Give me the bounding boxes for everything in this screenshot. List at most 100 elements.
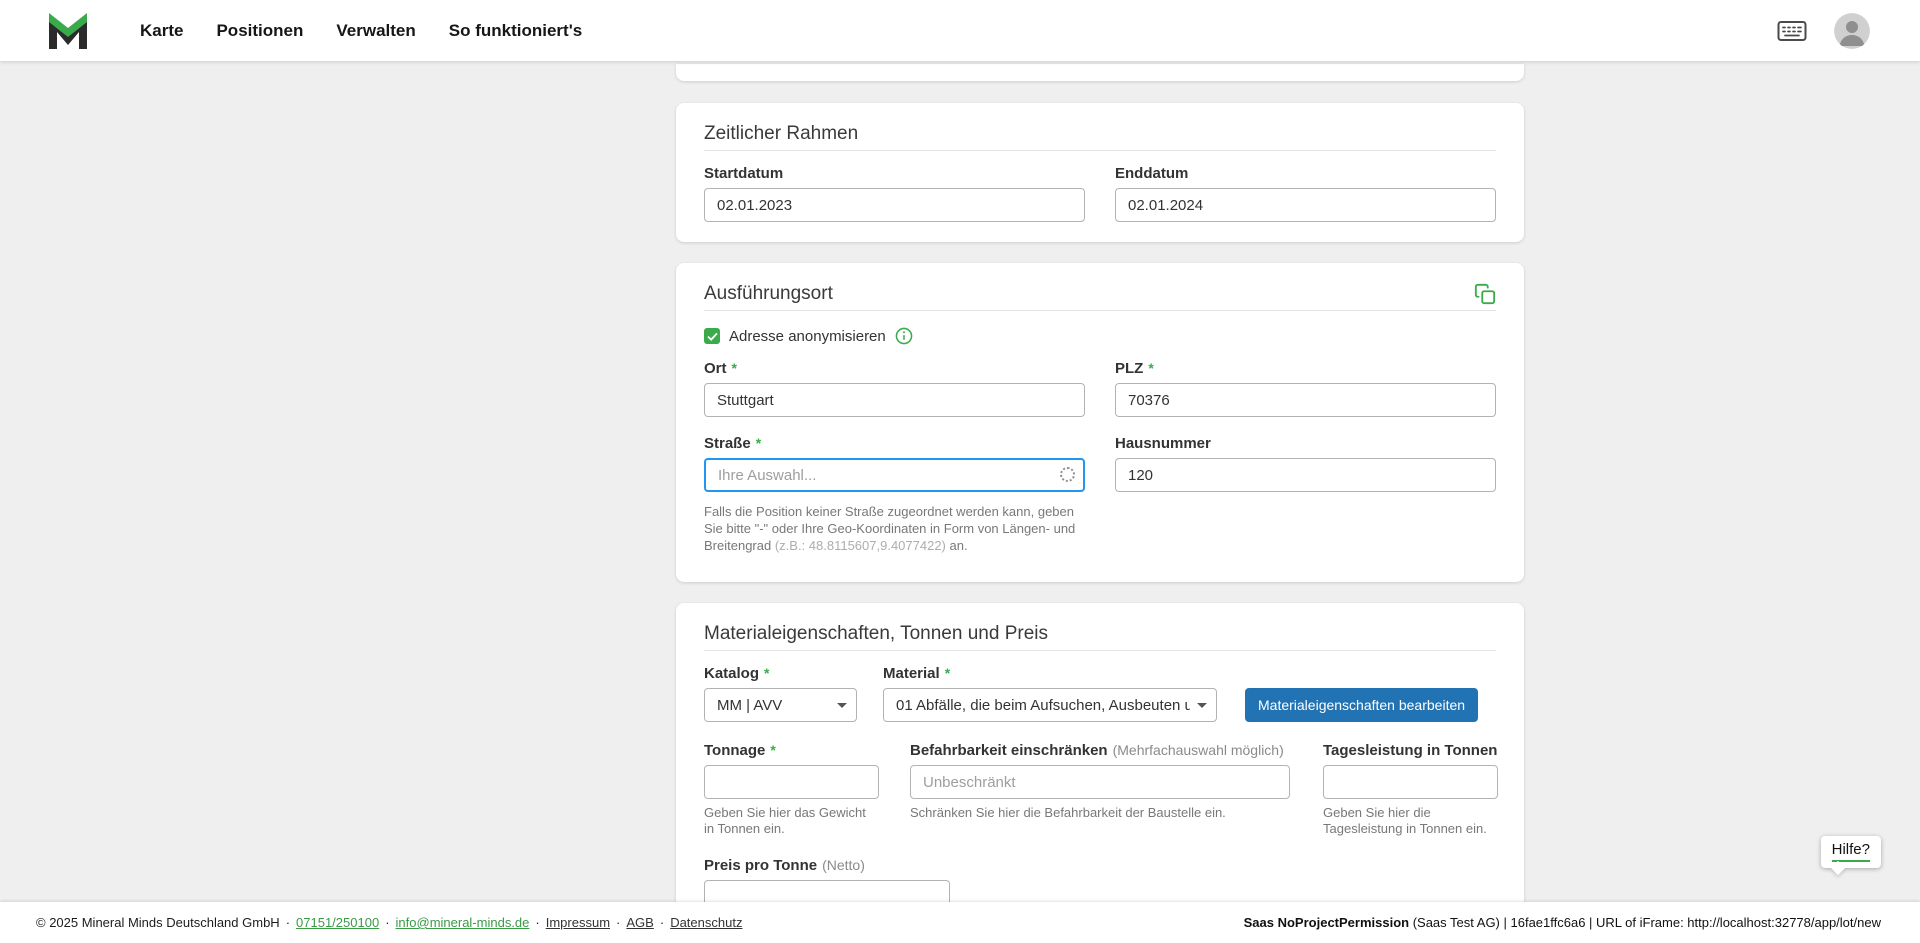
- tonnage-input[interactable]: [704, 765, 879, 799]
- katalog-select-value: MM | AVV: [717, 697, 782, 714]
- preis-label-text: Preis pro Tonne: [704, 857, 817, 874]
- hausnummer-field: Hausnummer: [1115, 435, 1496, 492]
- form-content: Zeitlicher Rahmen Startdatum Enddatum Au…: [676, 61, 1524, 938]
- hausnummer-input[interactable]: [1115, 458, 1496, 492]
- preis-label-suffix: (Netto): [822, 857, 865, 874]
- footer-copyright: © 2025 Mineral Minds Deutschland GmbH: [36, 915, 280, 930]
- preis-label: Preis pro Tonne (Netto): [704, 857, 950, 874]
- befahrbarkeit-input[interactable]: [910, 765, 1290, 799]
- plz-field: PLZ *: [1115, 360, 1496, 417]
- checkmark-icon: [707, 332, 718, 341]
- hausnummer-label-text: Hausnummer: [1115, 435, 1211, 452]
- card-zeitlicher-rahmen: Zeitlicher Rahmen Startdatum Enddatum: [676, 103, 1524, 242]
- startdatum-field: Startdatum: [704, 165, 1085, 222]
- ort-label: Ort *: [704, 360, 1085, 377]
- required-asterisk: *: [1148, 360, 1153, 377]
- plz-input[interactable]: [1115, 383, 1496, 417]
- footer-phone-link[interactable]: 07151/250100: [296, 915, 379, 930]
- previous-card-partial: [676, 64, 1524, 81]
- strasse-input[interactable]: [704, 458, 1085, 492]
- tonnage-field: Tonnage * Geben Sie hier das Gewicht in …: [704, 742, 879, 837]
- mineral-minds-logo[interactable]: [46, 10, 90, 52]
- ausfuehrungsort-title-row: Ausführungsort: [704, 281, 1496, 307]
- divider: [704, 150, 1496, 151]
- footer-link-agb[interactable]: AGB: [626, 915, 653, 930]
- user-avatar-icon[interactable]: [1834, 13, 1870, 49]
- top-navbar: Karte Positionen Verwalten So funktionie…: [0, 0, 1920, 61]
- strasse-field: Straße * Falls die Position keiner Straß…: [704, 435, 1085, 554]
- footer-saas-details: (Saas Test AG) | 16fae1ffc6a6 | URL of i…: [1409, 915, 1881, 930]
- befahrbarkeit-label: Befahrbarkeit einschränken (Mehrfachausw…: [910, 742, 1290, 759]
- startdatum-input[interactable]: [704, 188, 1085, 222]
- befahrbarkeit-hint: Schränken Sie hier die Befahrbarkeit der…: [910, 805, 1290, 821]
- ort-label-text: Ort: [704, 360, 727, 377]
- footer-separator: ·: [286, 915, 290, 930]
- katalog-material-row: Katalog * MM | AVV Material * 01 Abfälle…: [704, 665, 1496, 722]
- nav-item-karte[interactable]: Karte: [140, 21, 183, 41]
- hausnummer-label: Hausnummer: [1115, 435, 1496, 452]
- ort-field: Ort *: [704, 360, 1085, 417]
- edit-button-wrap: Materialeigenschaften bearbeiten: [1245, 688, 1478, 722]
- adresse-anonymisieren-checkbox[interactable]: [704, 328, 720, 344]
- nav-item-verwalten[interactable]: Verwalten: [336, 21, 415, 41]
- chevron-down-icon: [1197, 703, 1207, 708]
- navbar-right: [1777, 13, 1870, 49]
- footer-separator: ·: [535, 915, 539, 930]
- strasse-hint-example: (z.B.: 48.8115607,9.4077422): [775, 538, 946, 553]
- footer-separator: ·: [385, 915, 389, 930]
- strasse-label-text: Straße: [704, 435, 751, 452]
- befahrbarkeit-label-text: Befahrbarkeit einschränken: [910, 742, 1108, 759]
- nav-item-so-funktionierts[interactable]: So funktioniert's: [449, 21, 582, 41]
- befahrbarkeit-label-suffix: (Mehrfachauswahl möglich): [1113, 742, 1284, 759]
- keyboard-icon[interactable]: [1777, 20, 1807, 42]
- help-button[interactable]: Hilfe?: [1821, 836, 1881, 868]
- copy-icon[interactable]: [1474, 283, 1496, 305]
- loading-spinner-icon: [1060, 467, 1075, 482]
- tagesleistung-hint: Geben Sie hier die Tagesleistung in Tonn…: [1323, 805, 1498, 837]
- plz-label: PLZ *: [1115, 360, 1496, 377]
- info-icon[interactable]: [895, 327, 913, 345]
- footer-link-datenschutz[interactable]: Datenschutz: [670, 915, 742, 930]
- footer-environment-info: Saas NoProjectPermission (Saas Test AG) …: [1244, 915, 1881, 930]
- enddatum-input[interactable]: [1115, 188, 1496, 222]
- card-materialeigenschaften: Materialeigenschaften, Tonnen und Preis …: [676, 603, 1524, 938]
- tagesleistung-field: Tagesleistung in Tonnen Geben Sie hier d…: [1323, 742, 1498, 837]
- footer-email-link[interactable]: info@mineral-minds.de: [396, 915, 530, 930]
- strasse-input-wrap: [704, 458, 1085, 492]
- tonnage-row: Tonnage * Geben Sie hier das Gewicht in …: [704, 742, 1496, 837]
- material-label: Material *: [883, 665, 1217, 682]
- divider: [704, 650, 1496, 651]
- footer-link-impressum[interactable]: Impressum: [546, 915, 610, 930]
- anonymisieren-row: Adresse anonymisieren: [704, 327, 1496, 345]
- zeitlicher-rahmen-title: Zeitlicher Rahmen: [704, 121, 1496, 147]
- katalog-label: Katalog *: [704, 665, 857, 682]
- enddatum-label: Enddatum: [1115, 165, 1496, 182]
- required-asterisk: *: [732, 360, 737, 377]
- befahrbarkeit-field: Befahrbarkeit einschränken (Mehrfachausw…: [910, 742, 1290, 821]
- required-asterisk: *: [756, 435, 761, 452]
- date-row: Startdatum Enddatum: [704, 165, 1496, 222]
- tonnage-label: Tonnage *: [704, 742, 879, 759]
- material-field: Material * 01 Abfälle, die beim Aufsuche…: [883, 665, 1217, 722]
- card-ausfuehrungsort: Ausführungsort Adresse anonymisieren: [676, 263, 1524, 582]
- required-asterisk: *: [764, 665, 769, 682]
- footer-saas-name: Saas NoProjectPermission: [1244, 915, 1409, 930]
- strasse-label: Straße *: [704, 435, 1085, 452]
- strasse-hint: Falls die Position keiner Straße zugeord…: [704, 503, 1085, 554]
- enddatum-field: Enddatum: [1115, 165, 1496, 222]
- tagesleistung-label-text: Tagesleistung in Tonnen: [1323, 742, 1497, 759]
- tagesleistung-label: Tagesleistung in Tonnen: [1323, 742, 1498, 759]
- tagesleistung-input[interactable]: [1323, 765, 1498, 799]
- ausfuehrungsort-title: Ausführungsort: [704, 281, 833, 307]
- nav-item-positionen[interactable]: Positionen: [216, 21, 303, 41]
- katalog-field: Katalog * MM | AVV: [704, 665, 857, 722]
- ort-input[interactable]: [704, 383, 1085, 417]
- materialeigenschaften-bearbeiten-button[interactable]: Materialeigenschaften bearbeiten: [1245, 688, 1478, 722]
- katalog-select[interactable]: MM | AVV: [704, 688, 857, 722]
- material-card-title: Materialeigenschaften, Tonnen und Preis: [704, 621, 1496, 647]
- footer: © 2025 Mineral Minds Deutschland GmbH · …: [0, 902, 1920, 943]
- logo-graphic: [46, 10, 90, 52]
- material-label-text: Material: [883, 665, 940, 682]
- tonnage-label-text: Tonnage: [704, 742, 765, 759]
- material-select[interactable]: 01 Abfälle, die beim Aufsuchen, Ausbeute…: [883, 688, 1217, 722]
